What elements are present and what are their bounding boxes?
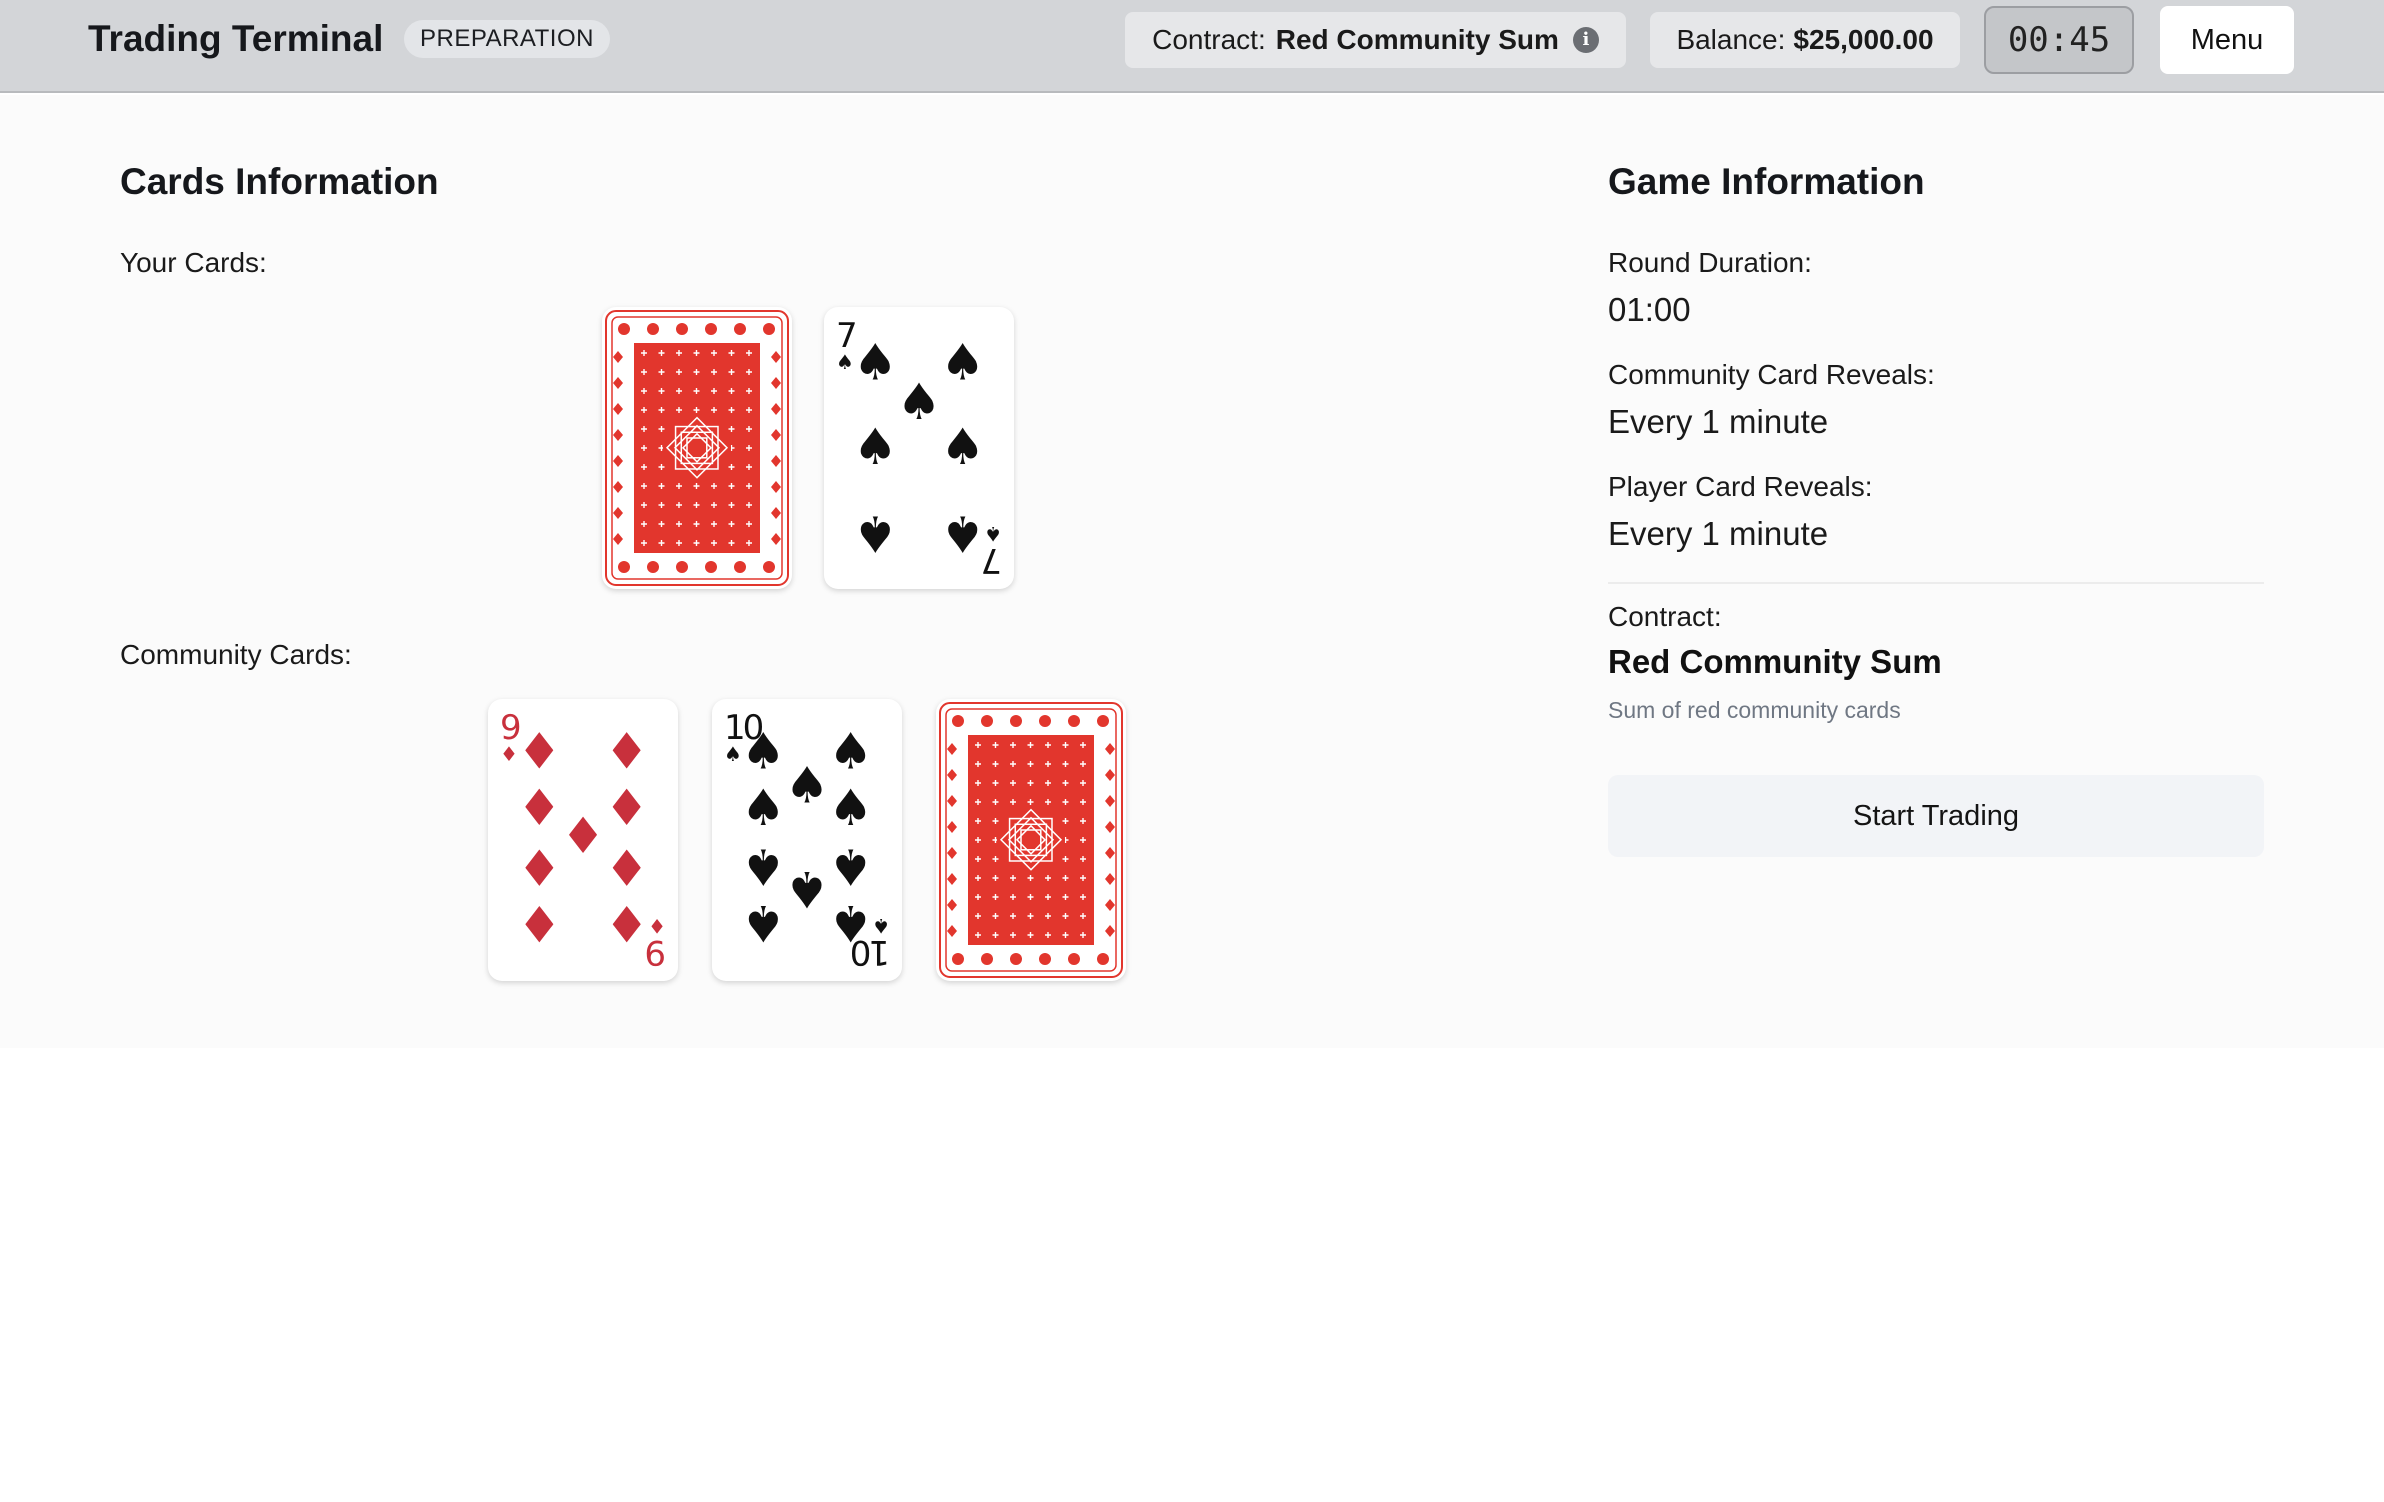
app-title: Trading Terminal — [88, 18, 384, 59]
card-pip: ♦ — [604, 723, 649, 781]
card-pip: ♠ — [785, 860, 830, 918]
card-pip: ♠ — [785, 756, 830, 814]
top-bar: Trading Terminal PREPARATION Contract: R… — [0, 0, 2384, 93]
round-duration-value: 01:00 — [1608, 291, 1691, 328]
card-pip: ♦ — [517, 723, 562, 781]
your-card-2-seven-of-spades: 7 ♠ 7 ♠ ♠ ♠ ♠ ♠ ♠ ♠ ♠ — [824, 307, 1014, 589]
contract-indicator: Contract: Red Community Sum i — [1125, 12, 1626, 68]
contract-indicator-value: Red Community Sum — [1275, 24, 1559, 55]
community-reveals-value: Every 1 minute — [1608, 403, 1829, 440]
card-pip: ♠ — [940, 418, 985, 476]
phase-badge: PREPARATION — [404, 20, 610, 58]
card-pip: ♦ — [604, 779, 649, 837]
card-back-pattern — [939, 702, 1123, 978]
card-pip: ♦ — [517, 779, 562, 837]
card-suit-index: ♠ — [836, 350, 854, 374]
card-pip: ♦ — [517, 837, 562, 895]
contract-name: Red Community Sum — [1608, 643, 1942, 680]
card-pip: ♦ — [517, 894, 562, 952]
card-pip: ♠ — [853, 333, 898, 391]
card-pip: ♦ — [561, 807, 606, 865]
community-reveals-label: Community Card Reveals: — [1608, 359, 1935, 390]
countdown-timer: 00:45 — [1984, 6, 2134, 74]
card-pip: ♠ — [741, 837, 786, 895]
cards-info-title: Cards Information — [120, 161, 439, 202]
card-suit-index: ♠ — [984, 522, 1002, 546]
round-duration-label: Round Duration: — [1608, 247, 1812, 278]
game-info-title: Game Information — [1608, 161, 1925, 202]
card-pip: ♦ — [604, 837, 649, 895]
contract-label: Contract: — [1608, 601, 1722, 632]
card-pip: ♠ — [940, 333, 985, 391]
balance-indicator: Balance: $25,000.00 — [1650, 12, 1960, 68]
balance-label: Balance: — [1676, 24, 1786, 55]
section-divider — [1608, 582, 2264, 584]
community-card-2-ten-of-spades: 10 ♠ 10 ♠ ♠ ♠ ♠ ♠ ♠ ♠ ♠ ♠ ♠ ♠ — [712, 699, 902, 981]
community-card-3-face-down — [936, 699, 1126, 981]
card-pip: ♠ — [897, 373, 942, 431]
card-pip: ♠ — [940, 505, 985, 563]
card-pip: ♠ — [828, 723, 873, 781]
card-suit-index: ♦ — [500, 742, 518, 766]
info-icon[interactable]: i — [1572, 27, 1599, 53]
your-cards-label: Your Cards: — [120, 247, 267, 278]
menu-button[interactable]: Menu — [2160, 6, 2294, 74]
card-pip: ♠ — [741, 894, 786, 952]
card-suit-index: ♦ — [648, 914, 666, 938]
playing-card-face: 7♠7♠♠ ♠♠♠ ♠♠ ♠ — [836, 316, 1002, 580]
player-reveals-label: Player Card Reveals: — [1608, 471, 1873, 502]
card-pip: ♦ — [604, 894, 649, 952]
community-card-1-nine-of-diamonds: 9 ♦ 9 ♦ ♦ ♦ ♦ ♦ ♦ ♦ ♦ ♦ ♦ — [488, 699, 678, 981]
start-trading-button[interactable]: Start Trading — [1608, 775, 2264, 857]
card-pip: ♠ — [828, 837, 873, 895]
community-cards-label: Community Cards: — [120, 639, 352, 670]
contract-indicator-label: Contract: — [1152, 24, 1266, 55]
contract-description: Sum of red community cards — [1608, 697, 1901, 723]
card-pip: ♠ — [853, 418, 898, 476]
main-panel: Cards Information Your Cards: 7 ♠ 7 ♠ ♠ ♠ ♠ ♠ ♠ ♠… — [0, 95, 2384, 1048]
card-pip: ♠ — [741, 779, 786, 837]
card-pip: ♠ — [741, 723, 786, 781]
player-reveals-value: Every 1 minute — [1608, 515, 1829, 552]
card-pip: ♠ — [828, 779, 873, 837]
card-suit-index: ♠ — [724, 742, 742, 766]
card-back-pattern — [605, 310, 789, 586]
card-pip: ♠ — [853, 505, 898, 563]
card-pip: ♠ — [828, 894, 873, 952]
playing-card-face: 10♠10♠♠ ♠♠♠ ♠♠ ♠♠♠ ♠ — [724, 708, 890, 972]
balance-value: $25,000.00 — [1793, 24, 1934, 55]
playing-card-face: 9♦9♦♦ ♦♦ ♦♦♦ ♦♦ ♦ — [500, 708, 666, 972]
your-card-1-face-down — [602, 307, 792, 589]
card-suit-index: ♠ — [872, 914, 890, 938]
